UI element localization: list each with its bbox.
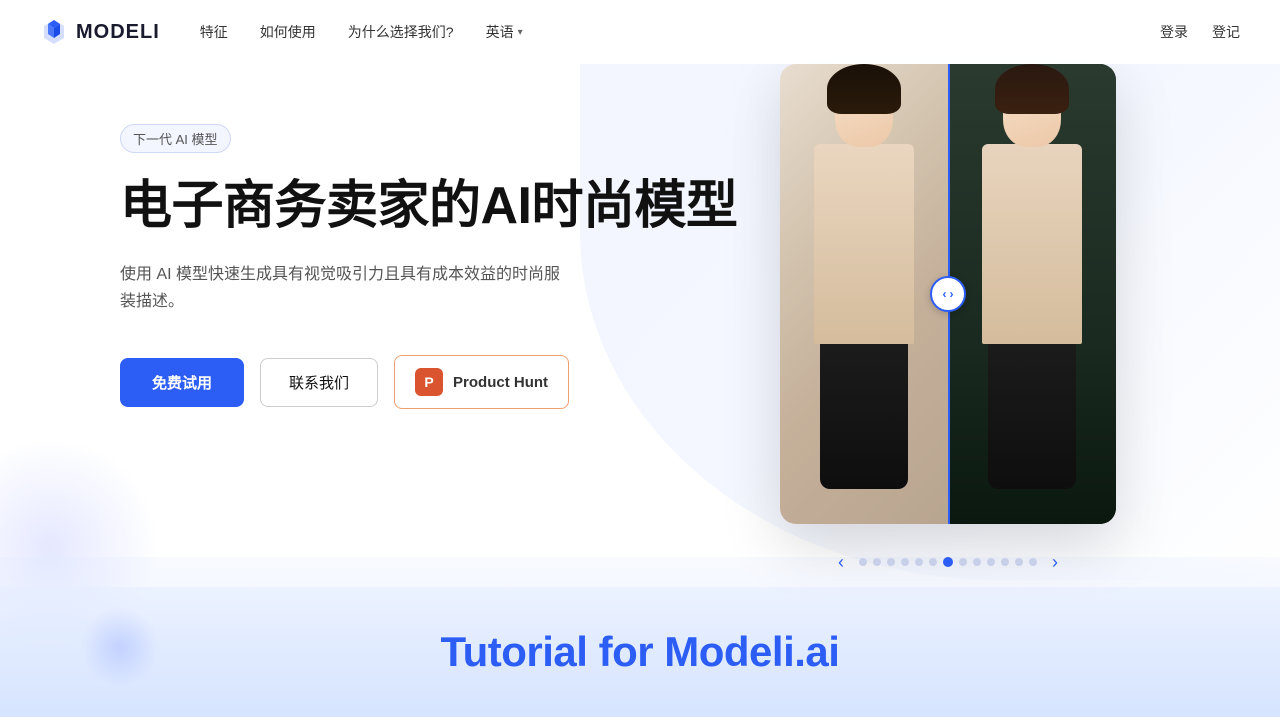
nav-link-language[interactable]: 英语 ▾: [486, 22, 523, 42]
carousel-dot-7[interactable]: [943, 557, 953, 567]
carousel-dot-5[interactable]: [915, 558, 923, 566]
tutorial-section: Tutorial for Modeli.ai: [0, 587, 1280, 717]
hero-content: 下一代 AI 模型 电子商务卖家的AI时尚模型 使用 AI 模型快速生成具有视觉…: [120, 104, 740, 409]
carousel-dot-2[interactable]: [873, 558, 881, 566]
logo[interactable]: MODELI: [40, 18, 160, 46]
carousel-dot-11[interactable]: [1001, 558, 1009, 566]
hero-title: 电子商务卖家的AI时尚模型: [120, 177, 740, 237]
product-hunt-icon: P: [415, 368, 443, 396]
contact-us-button[interactable]: 联系我们: [260, 358, 378, 407]
hero-subtitle: 使用 AI 模型快速生成具有视觉吸引力且具有成本效益的时尚服装描述。: [120, 261, 560, 315]
logo-text: MODELI: [76, 21, 160, 44]
carousel-dot-3[interactable]: [887, 558, 895, 566]
product-hunt-label: Product Hunt: [453, 374, 548, 391]
image-right-panel: [948, 64, 1116, 524]
nav-links: 特征 如何使用 为什么选择我们? 英语 ▾: [200, 22, 1160, 42]
carousel-dot-12[interactable]: [1015, 558, 1023, 566]
image-left-panel: [780, 64, 948, 524]
carousel-dot-13[interactable]: [1029, 558, 1037, 566]
hero-section: 下一代 AI 模型 电子商务卖家的AI时尚模型 使用 AI 模型快速生成具有视觉…: [0, 64, 1280, 564]
nav-link-why-us[interactable]: 为什么选择我们?: [348, 22, 454, 42]
carousel-next-button[interactable]: ›: [1043, 550, 1067, 574]
carousel-dot-9[interactable]: [973, 558, 981, 566]
nav-actions: 登录 登记: [1160, 22, 1240, 42]
hero-image: ‹›: [780, 64, 1116, 524]
split-handle[interactable]: ‹›: [930, 276, 966, 312]
hero-buttons: 免费试用 联系我们 P Product Hunt: [120, 355, 740, 409]
carousel-dot-8[interactable]: [959, 558, 967, 566]
hero-image-container: ‹› ‹ ›: [780, 64, 1116, 524]
carousel-dots: ‹ ›: [829, 550, 1067, 574]
logo-icon: [40, 18, 68, 46]
tutorial-title: Tutorial for Modeli.ai: [441, 628, 840, 676]
nav-link-features[interactable]: 特征: [200, 22, 228, 42]
carousel-prev-button[interactable]: ‹: [829, 550, 853, 574]
carousel-dot-1[interactable]: [859, 558, 867, 566]
split-arrows: ‹›: [943, 287, 954, 301]
login-button[interactable]: 登录: [1160, 22, 1188, 42]
nav-link-how-to-use[interactable]: 如何使用: [260, 22, 316, 42]
carousel-dot-6[interactable]: [929, 558, 937, 566]
navbar: MODELI 特征 如何使用 为什么选择我们? 英语 ▾ 登录 登记: [0, 0, 1280, 64]
deco-circle-left: [80, 607, 160, 687]
carousel-dot-4[interactable]: [901, 558, 909, 566]
chevron-down-icon: ▾: [518, 27, 523, 38]
carousel-dot-10[interactable]: [987, 558, 995, 566]
free-trial-button[interactable]: 免费试用: [120, 358, 244, 407]
product-hunt-button[interactable]: P Product Hunt: [394, 355, 569, 409]
hero-badge: 下一代 AI 模型: [120, 124, 231, 153]
register-button[interactable]: 登记: [1212, 22, 1240, 42]
